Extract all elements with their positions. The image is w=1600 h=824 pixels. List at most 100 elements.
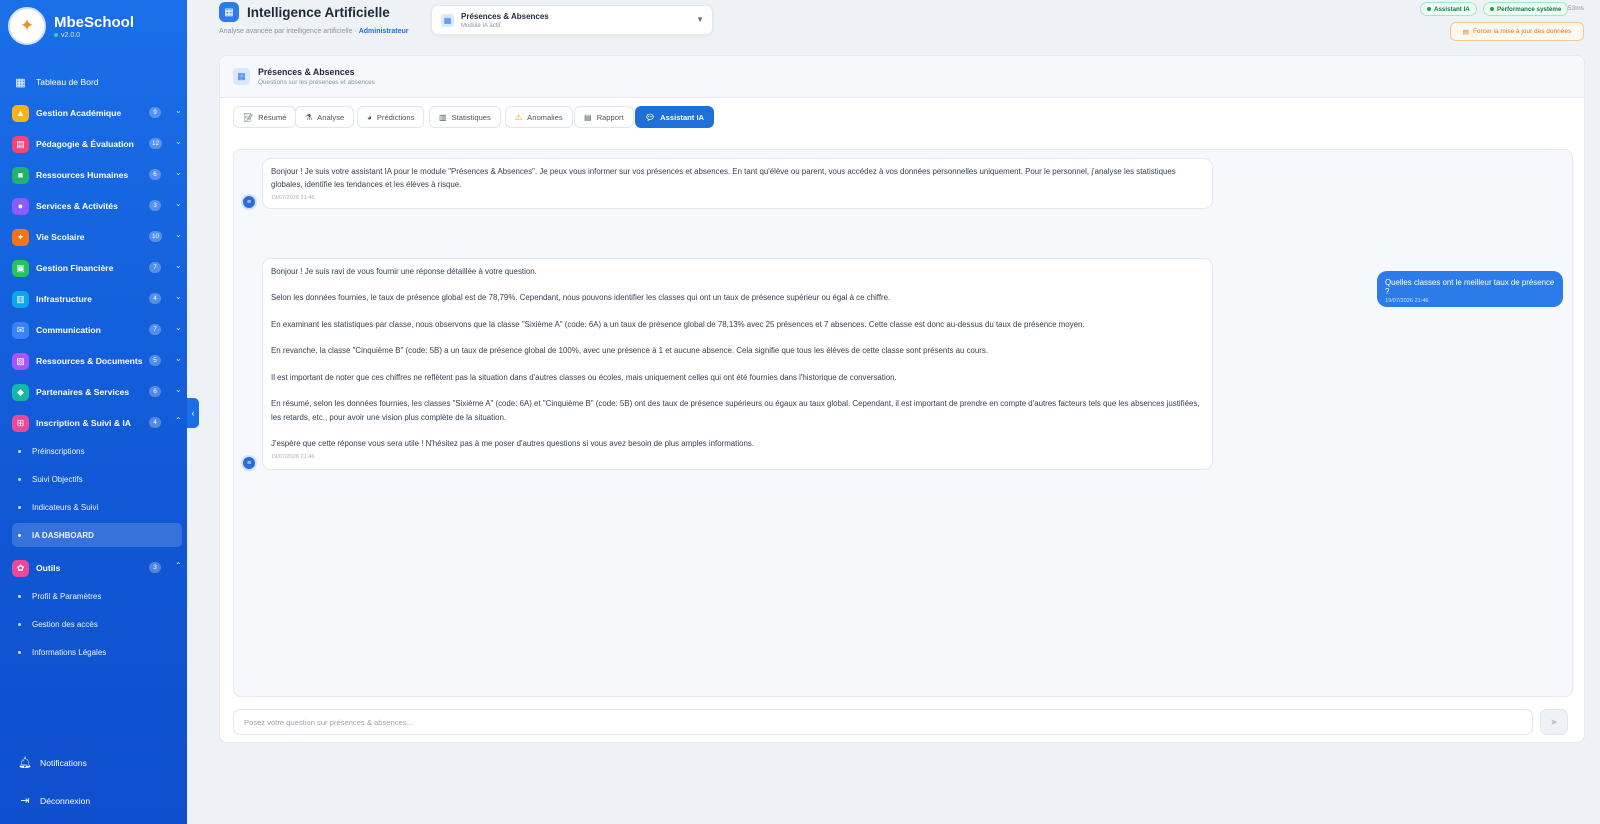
module-select[interactable]: ▦ Présences & Absences Module IA actif ▼ [431, 5, 713, 35]
gear-icon: ✿ [12, 559, 29, 577]
chat-input-field[interactable] [233, 709, 1533, 735]
count-badge: 9 [149, 107, 161, 118]
message-paragraph: Selon les données fournies, le taux de p… [271, 293, 891, 303]
sidebar-group-school-life[interactable]: ✦ Vie Scolaire 10 ⌄ [12, 225, 182, 249]
panel-title: Présences & Absences [258, 67, 355, 77]
mail-icon: ✉ [12, 321, 29, 339]
tab-predictions[interactable]: ◕ Prédictions [357, 106, 425, 128]
chat-input[interactable] [234, 710, 1532, 734]
force-update-button[interactable]: ▤ Forcer la mise à jour des données [1450, 22, 1584, 41]
sidebar-group-label: Ressources Humaines [36, 170, 129, 180]
sidebar-group-label: Communication [36, 325, 101, 335]
online-dot-icon [54, 33, 58, 37]
tab-analyse[interactable]: ⚗ Analyse [295, 106, 355, 128]
warning-icon: ⚠ [515, 112, 523, 122]
sidebar-group-label: Infrastructure [36, 294, 92, 304]
school-logo: ✦ [8, 7, 46, 45]
panel-subtitle: Questions sur les présences et absences [258, 79, 375, 86]
latency-label: 53ms [1568, 5, 1584, 12]
sidebar-group-label: Gestion Financière [36, 263, 114, 273]
chevron-down-icon: ⌄ [175, 168, 182, 177]
chat-area[interactable]: ≡ Bonjour ! Je suis votre assistant IA p… [233, 149, 1573, 697]
handshake-icon: ◆ [12, 383, 29, 401]
chevron-down-icon: ⌄ [175, 261, 182, 270]
sidebar-group-label: Vie Scolaire [36, 232, 85, 242]
count-badge: 10 [149, 231, 163, 242]
tab-rapport[interactable]: ▤ Rapport [574, 106, 634, 128]
sidebar-group-label: Ressources & Documents [36, 356, 143, 366]
sidebar-group-finance[interactable]: ▣ Gestion Financière 7 ⌄ [12, 256, 182, 280]
analysis-icon: ⚗ [305, 112, 313, 122]
sidebar-group-academic[interactable]: ▲ Gestion Académique 9 ⌄ [12, 101, 182, 125]
count-badge: 7 [149, 262, 161, 273]
message-paragraph: Il est important de noter que ces chiffr… [271, 372, 897, 382]
sidebar-collapse-button[interactable]: ‹ [187, 398, 199, 428]
message-timestamp: 19/07/2026 21:46 [271, 453, 315, 460]
sidebar-group-label: Outils [36, 563, 61, 573]
logout-link[interactable]: ⇥ Déconnexion [18, 794, 90, 807]
tab-assistant-ia[interactable]: 💬︎ Assistant IA [635, 106, 715, 128]
send-button[interactable]: ➤ [1540, 709, 1568, 735]
sidebar-group-documents[interactable]: ▧ Ressources & Documents 5 ⌄ [12, 349, 182, 373]
sidebar-group-hr[interactable]: ■ Ressources Humaines 6 ⌄ [12, 163, 182, 187]
brand-version: v2.0.0 [61, 31, 81, 39]
sidebar-item-profile[interactable]: Profil & Paramètres [12, 584, 182, 608]
running-person-icon: ✦ [12, 228, 29, 246]
database-icon: ▤ [1462, 28, 1469, 36]
message-paragraph: En résumé, selon les données fournies, l… [271, 399, 1200, 422]
sidebar-group-tools[interactable]: ✿ Outils 3 ⌃ [12, 556, 182, 580]
ai-panel: ▦ Présences & Absences Questions sur les… [219, 55, 1585, 743]
sidebar-group-inscription[interactable]: ⊞ Inscription & Suivi & IA 4 ⌃ [12, 411, 182, 435]
count-badge: 3 [149, 200, 161, 211]
sidebar-group-label: Inscription & Suivi & IA [36, 418, 132, 428]
graduation-cap-icon: ▲ [12, 104, 29, 122]
assistant-message: Bonjour ! Je suis votre assistant IA pou… [262, 158, 1213, 209]
sidebar-group-partners[interactable]: ◆ Partenaires & Services 6 ⌄ [12, 380, 182, 404]
chevron-up-icon: ⌃ [175, 561, 182, 570]
sidebar-item-legal[interactable]: Informations Légales [12, 640, 182, 664]
prediction-icon: ◕ [367, 112, 372, 122]
clipboard-icon: ▤ [12, 135, 29, 153]
user-message: Quelles classes ont le meilleur taux de … [1377, 271, 1563, 307]
grid-icon: ⊞ [12, 414, 29, 432]
chevron-down-icon: ⌄ [175, 292, 182, 301]
sidebar-group-infrastructure[interactable]: ▥ Infrastructure 4 ⌄ [12, 287, 182, 311]
status-badge-performance: Performance système [1483, 2, 1569, 16]
sidebar-group-services[interactable]: ● Services & Activités 3 ⌄ [12, 194, 182, 218]
status-badge-assistant: Assistant IA [1420, 2, 1477, 16]
message-text: Quelles classes ont le meilleur taux de … [1385, 278, 1555, 296]
sidebar-item-suivi-objectifs[interactable]: Suivi Objectifs [12, 467, 182, 491]
briefcase-icon: ■ [12, 166, 29, 184]
sidebar-item-access[interactable]: Gestion des accès [12, 612, 182, 636]
notifications-link[interactable]: 🔔︎ Notifications [18, 756, 87, 769]
sidebar-group-communication[interactable]: ✉ Communication 7 ⌄ [12, 318, 182, 342]
calendar-icon: ▦ [441, 14, 454, 27]
tab-statistiques[interactable]: ▥ Statistiques [429, 106, 501, 128]
chat-icon: 💬︎ [645, 112, 656, 122]
sidebar-group-label: Gestion Académique [36, 108, 122, 118]
tab-anomalies[interactable]: ⚠ Anomalies [505, 106, 573, 128]
chevron-down-icon: ⌄ [175, 106, 182, 115]
finance-icon: ▣ [12, 259, 29, 277]
logout-icon: ⇥ [20, 795, 30, 807]
page-subtitle: Analyse avancée par intelligence artific… [219, 28, 409, 35]
sidebar-item-preinscriptions[interactable]: Préinscriptions [12, 439, 182, 463]
count-badge: 4 [149, 417, 161, 428]
tab-resume[interactable]: 📝︎ Résumé [233, 106, 297, 128]
statistics-icon: ▥ [439, 112, 447, 122]
bot-avatar-icon: ≡ [241, 194, 257, 210]
sidebar-item-dashboard[interactable]: ▦ Tableau de Bord [12, 70, 182, 94]
report-icon: ▤ [584, 112, 592, 122]
sidebar-group-pedagogy[interactable]: ▤ Pédagogie & Évaluation 12 ⌄ [12, 132, 182, 156]
sidebar-group-label: Pédagogie & Évaluation [36, 139, 134, 149]
sidebar-item-indicateurs[interactable]: Indicateurs & Suivi [12, 495, 182, 519]
message-paragraph: En examinant les statistiques par classe… [271, 319, 1085, 329]
calendar-icon: ▦ [233, 68, 250, 85]
module-select-title: Présences & Absences [461, 12, 549, 21]
ai-calendar-icon: ▦ [219, 2, 239, 22]
chevron-down-icon: ⌄ [175, 137, 182, 146]
sidebar-item-ia-dashboard[interactable]: IA DASHBOARD [12, 523, 182, 547]
summary-icon: 📝︎ [243, 112, 254, 122]
status-dot-icon [1427, 7, 1431, 11]
panel-header: ▦ Présences & Absences Questions sur les… [220, 56, 1584, 98]
